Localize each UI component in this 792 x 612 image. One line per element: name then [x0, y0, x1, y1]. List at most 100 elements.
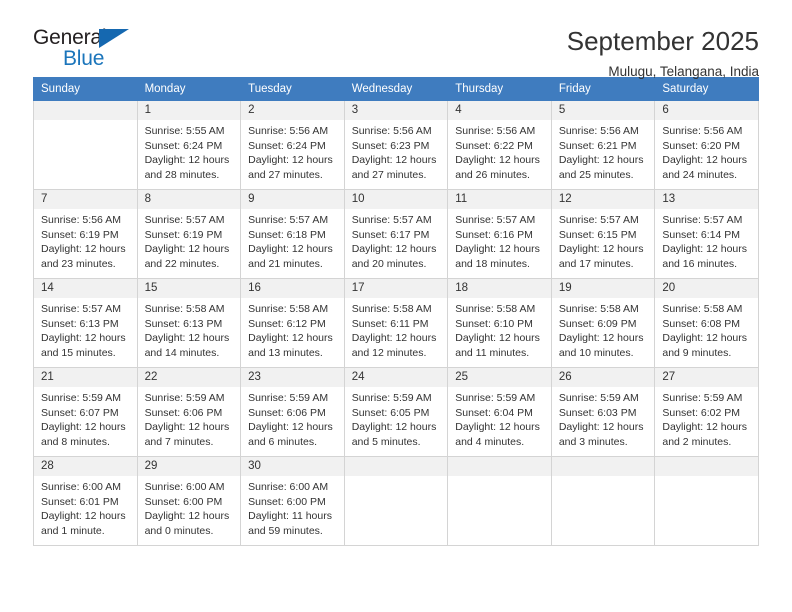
day-details: Sunrise: 5:57 AM Sunset: 6:14 PM Daylight:…: [655, 209, 758, 271]
sunrise-text: Sunrise: 6:00 AM: [144, 481, 225, 493]
day-details: Sunrise: 6:00 AM Sunset: 6:00 PM Daylight:…: [138, 476, 241, 538]
daylight-text: and 22 minutes.: [144, 257, 220, 270]
sunset-text: Sunset: 6:00 PM: [144, 495, 223, 508]
calendar-day-cell[interactable]: 5 Sunrise: 5:56 AM Sunset: 6:21 PM Daylight…: [550, 100, 656, 190]
daylight-text: and 59 minutes.: [248, 524, 323, 537]
day-details: Sunrise: 5:56 AM Sunset: 6:23 PM Daylight:…: [345, 120, 448, 182]
calendar-day-cell[interactable]: 3 Sunrise: 5:56 AM Sunset: 6:23 PM Daylight…: [343, 100, 449, 190]
calendar-day-cell[interactable]: 22 Sunrise: 5:59 AM Sunset: 6:06 PM Dayligh…: [136, 367, 242, 457]
day-details: Sunrise: 5:59 AM Sunset: 6:03 PM Daylight:…: [552, 387, 655, 449]
calendar-day-cell[interactable]: 23 Sunrise: 5:59 AM Sunset: 6:06 PM Dayligh…: [240, 367, 345, 457]
sunrise-text: Sunrise: 5:56 AM: [455, 125, 536, 137]
daylight-text: Daylight: 12 hours: [558, 243, 644, 256]
calendar-day-cell[interactable]: 26 Sunrise: 5:59 AM Sunset: 6:03 PM Dayligh…: [550, 367, 656, 457]
day-number: 5: [551, 101, 655, 120]
calendar-day-cell-empty: [33, 100, 138, 190]
day-details: Sunrise: 5:58 AM Sunset: 6:08 PM Daylight:…: [655, 298, 758, 360]
daylight-text: and 15 minutes.: [41, 346, 116, 359]
calendar-day-cell[interactable]: 17 Sunrise: 5:58 AM Sunset: 6:11 PM Dayligh…: [343, 278, 449, 368]
sunrise-text: Sunrise: 5:57 AM: [41, 303, 121, 315]
daylight-text: Daylight: 12 hours: [248, 243, 333, 256]
calendar-day-cell[interactable]: 20 Sunrise: 5:58 AM Sunset: 6:08 PM Dayligh…: [654, 278, 759, 368]
day-details: Sunrise: 5:59 AM Sunset: 6:04 PM Daylight:…: [448, 387, 551, 449]
calendar-day-cell-empty: [447, 456, 552, 546]
sunset-text: Sunset: 6:20 PM: [662, 139, 741, 152]
calendar-day-cell[interactable]: 24 Sunrise: 5:59 AM Sunset: 6:05 PM Dayligh…: [343, 367, 449, 457]
calendar-day-cell-empty: [654, 456, 759, 546]
calendar-day-cell[interactable]: 28 Sunrise: 6:00 AM Sunset: 6:01 PM Dayligh…: [33, 456, 138, 546]
calendar-day-cell[interactable]: 7 Sunrise: 5:56 AM Sunset: 6:19 PM Daylight…: [33, 189, 138, 279]
daylight-text: and 9 minutes.: [662, 346, 732, 359]
sunrise-text: Sunrise: 5:59 AM: [41, 392, 121, 404]
sunrise-text: Sunrise: 5:59 AM: [662, 392, 743, 404]
sunset-text: Sunset: 6:04 PM: [455, 406, 533, 419]
calendar-day-cell[interactable]: 25 Sunrise: 5:59 AM Sunset: 6:04 PM Dayligh…: [447, 367, 552, 457]
day-number: 16: [241, 279, 344, 298]
weekday-header-monday: Monday: [136, 77, 242, 101]
day-number: 21: [34, 368, 137, 387]
calendar-day-cell[interactable]: 10 Sunrise: 5:57 AM Sunset: 6:17 PM Dayligh…: [343, 189, 449, 279]
daylight-text: and 18 minutes.: [455, 257, 530, 270]
calendar-day-cell[interactable]: 8 Sunrise: 5:57 AM Sunset: 6:19 PM Daylight…: [136, 189, 242, 279]
calendar-day-cell[interactable]: 19 Sunrise: 5:58 AM Sunset: 6:09 PM Dayligh…: [550, 278, 656, 368]
daylight-text: Daylight: 12 hours: [662, 243, 748, 256]
calendar-day-cell[interactable]: 13 Sunrise: 5:57 AM Sunset: 6:14 PM Dayligh…: [654, 189, 759, 279]
sunrise-text: Sunrise: 5:58 AM: [144, 303, 225, 315]
day-number: 15: [137, 279, 241, 298]
calendar-day-cell[interactable]: 9 Sunrise: 5:57 AM Sunset: 6:18 PM Daylight…: [240, 189, 345, 279]
daylight-text: Daylight: 12 hours: [662, 332, 748, 345]
calendar-page: General Blue September 2025 Mulugu, Tela…: [0, 0, 792, 612]
general-blue-logo[interactable]: General Blue: [33, 26, 138, 72]
calendar-day-cell[interactable]: 27 Sunrise: 5:59 AM Sunset: 6:02 PM Dayligh…: [654, 367, 759, 457]
daylight-text: Daylight: 12 hours: [662, 154, 748, 167]
sunrise-text: Sunrise: 5:56 AM: [662, 125, 743, 137]
sunset-text: Sunset: 6:23 PM: [351, 139, 430, 152]
calendar-day-cell[interactable]: 11 Sunrise: 5:57 AM Sunset: 6:16 PM Dayligh…: [447, 189, 552, 279]
calendar-day-cell[interactable]: 2 Sunrise: 5:56 AM Sunset: 6:24 PM Daylight…: [240, 100, 345, 190]
calendar-day-cell[interactable]: 1 Sunrise: 5:55 AM Sunset: 6:24 PM Daylight…: [136, 100, 242, 190]
day-details: Sunrise: 5:59 AM Sunset: 6:07 PM Daylight:…: [34, 387, 137, 449]
daylight-text: Daylight: 12 hours: [144, 332, 230, 345]
daylight-text: and 20 minutes.: [351, 257, 427, 270]
sunset-text: Sunset: 6:22 PM: [455, 139, 533, 152]
daylight-text: and 25 minutes.: [558, 168, 634, 181]
day-number: 17: [344, 279, 448, 298]
sunset-text: Sunset: 6:19 PM: [144, 228, 223, 241]
daylight-text: and 14 minutes.: [144, 346, 220, 359]
daylight-text: Daylight: 12 hours: [662, 421, 748, 434]
daylight-text: Daylight: 12 hours: [144, 421, 230, 434]
calendar-day-cell[interactable]: 12 Sunrise: 5:57 AM Sunset: 6:15 PM Dayligh…: [550, 189, 656, 279]
sunrise-text: Sunrise: 5:58 AM: [558, 303, 639, 315]
calendar-day-cell[interactable]: 6 Sunrise: 5:56 AM Sunset: 6:20 PM Daylight…: [654, 100, 759, 190]
sunrise-text: Sunrise: 6:00 AM: [248, 481, 329, 493]
calendar-day-cell[interactable]: 30 Sunrise: 6:00 AM Sunset: 6:00 PM Dayligh…: [240, 456, 345, 546]
daylight-text: and 10 minutes.: [558, 346, 634, 359]
calendar-day-cell[interactable]: 18 Sunrise: 5:58 AM Sunset: 6:10 PM Dayligh…: [447, 278, 552, 368]
day-number: 29: [137, 457, 241, 476]
day-details: Sunrise: 5:57 AM Sunset: 6:19 PM Daylight:…: [138, 209, 241, 271]
day-details: Sunrise: 6:00 AM Sunset: 6:00 PM Daylight:…: [241, 476, 344, 538]
daylight-text: Daylight: 12 hours: [144, 243, 230, 256]
day-details: Sunrise: 5:59 AM Sunset: 6:02 PM Daylight:…: [655, 387, 758, 449]
day-details: Sunrise: 5:55 AM Sunset: 6:24 PM Daylight:…: [138, 120, 241, 182]
daylight-text: and 27 minutes.: [351, 168, 427, 181]
sunset-text: Sunset: 6:10 PM: [455, 317, 533, 330]
day-details: Sunrise: 5:58 AM Sunset: 6:11 PM Daylight:…: [345, 298, 448, 360]
daylight-text: and 17 minutes.: [558, 257, 634, 270]
sunset-text: Sunset: 6:21 PM: [558, 139, 637, 152]
month-calendar: Sunday Monday Tuesday Wednesday Thursday Frid…: [33, 77, 759, 546]
daylight-text: and 26 minutes.: [455, 168, 530, 181]
sunrise-text: Sunrise: 5:56 AM: [248, 125, 329, 137]
sunrise-text: Sunrise: 5:56 AM: [351, 125, 432, 137]
calendar-day-cell[interactable]: 29 Sunrise: 6:00 AM Sunset: 6:00 PM Dayligh…: [136, 456, 242, 546]
calendar-day-cell[interactable]: 4 Sunrise: 5:56 AM Sunset: 6:22 PM Daylight…: [447, 100, 552, 190]
daylight-text: Daylight: 12 hours: [351, 154, 437, 167]
calendar-day-cell[interactable]: 14 Sunrise: 5:57 AM Sunset: 6:13 PM Dayligh…: [33, 278, 138, 368]
day-details: Sunrise: 5:58 AM Sunset: 6:12 PM Daylight:…: [241, 298, 344, 360]
calendar-week-row: 21 Sunrise: 5:59 AM Sunset: 6:07 PM Dayligh…: [33, 367, 759, 457]
calendar-day-cell[interactable]: 15 Sunrise: 5:58 AM Sunset: 6:13 PM Dayligh…: [136, 278, 242, 368]
daylight-text: and 13 minutes.: [248, 346, 323, 359]
calendar-day-cell[interactable]: 16 Sunrise: 5:58 AM Sunset: 6:12 PM Dayligh…: [240, 278, 345, 368]
day-details: Sunrise: 5:57 AM Sunset: 6:16 PM Daylight:…: [448, 209, 551, 271]
calendar-day-cell[interactable]: 21 Sunrise: 5:59 AM Sunset: 6:07 PM Dayligh…: [33, 367, 138, 457]
